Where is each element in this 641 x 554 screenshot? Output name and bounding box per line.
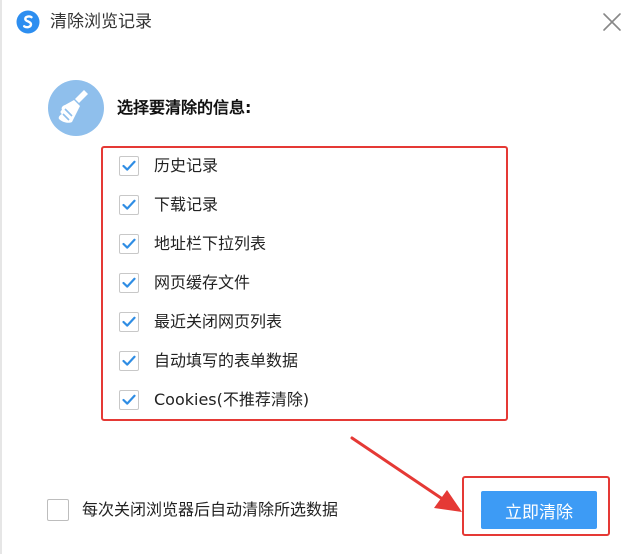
options-highlight-box: 历史记录 下载记录 地址栏下拉列表 网页缓存文件 最近关闭网页列表 自动填写的表… [101, 146, 508, 421]
option-address-bar-list[interactable]: 地址栏下拉列表 [119, 232, 266, 256]
option-cookies[interactable]: Cookies(不推荐清除) [119, 388, 309, 412]
red-arrow-annotation [350, 436, 462, 512]
checkbox[interactable] [119, 312, 139, 332]
option-label: 自动填写的表单数据 [154, 351, 299, 370]
checkmark-icon [122, 355, 136, 366]
option-label: 最近关闭网页列表 [154, 312, 283, 331]
auto-clear-label: 每次关闭浏览器后自动清除所选数据 [82, 500, 339, 519]
option-label: Cookies(不推荐清除) [154, 390, 310, 409]
checkbox[interactable] [119, 351, 139, 371]
checkbox[interactable] [119, 273, 139, 293]
broom-icon [48, 80, 104, 136]
checkbox[interactable] [119, 195, 139, 215]
option-downloads[interactable]: 下载记录 [119, 193, 218, 217]
sogou-browser-logo-icon [16, 10, 40, 34]
option-label: 地址栏下拉列表 [154, 234, 267, 253]
option-label: 下载记录 [154, 195, 219, 214]
checkmark-icon [122, 316, 136, 327]
window-title: 清除浏览记录 [50, 12, 152, 32]
option-autofill-data[interactable]: 自动填写的表单数据 [119, 349, 298, 373]
checkbox[interactable] [119, 390, 139, 410]
option-recently-closed[interactable]: 最近关闭网页列表 [119, 310, 282, 334]
option-label: 网页缓存文件 [154, 273, 251, 292]
checkbox[interactable] [119, 156, 139, 176]
auto-clear-option[interactable]: 每次关闭浏览器后自动清除所选数据 [47, 498, 338, 522]
checkmark-icon [122, 199, 136, 210]
option-label: 历史记录 [154, 156, 219, 175]
checkmark-icon [122, 238, 136, 249]
checkmark-icon [122, 394, 136, 405]
option-cache-files[interactable]: 网页缓存文件 [119, 271, 250, 295]
checkmark-icon [122, 277, 136, 288]
section-title: 选择要清除的信息: [117, 98, 252, 117]
clear-browsing-data-dialog: 清除浏览记录 选择要清除的信息: 历史记录 下载记录 地址栏下拉列表 网页缓存文… [0, 0, 641, 554]
auto-clear-checkbox[interactable] [47, 499, 69, 521]
checkbox[interactable] [119, 234, 139, 254]
title-bar: 清除浏览记录 [0, 0, 641, 44]
window-edge [0, 0, 2, 554]
close-icon[interactable] [600, 10, 624, 34]
option-history[interactable]: 历史记录 [119, 154, 218, 178]
checkmark-icon [122, 160, 136, 171]
clear-now-button[interactable]: 立即清除 [481, 491, 597, 529]
